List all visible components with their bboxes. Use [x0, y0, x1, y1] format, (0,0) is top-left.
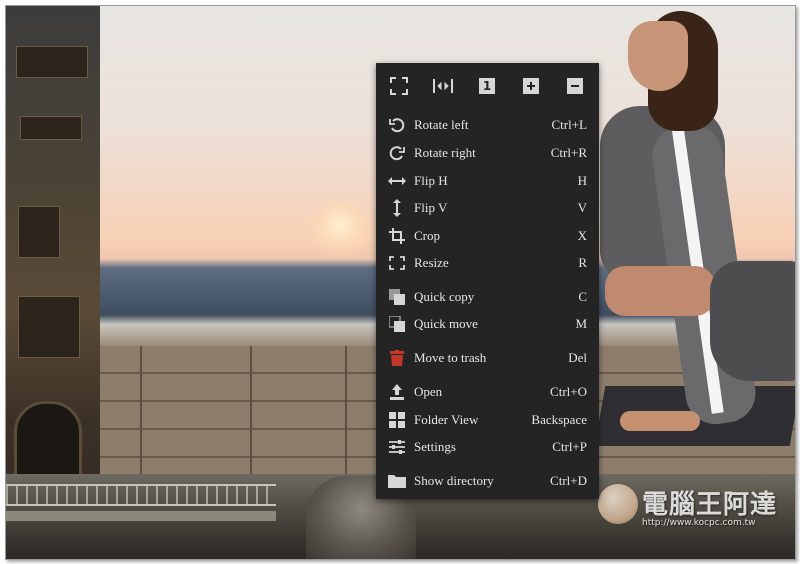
menu-item-label: Flip V	[414, 200, 448, 215]
watermark-url: http://www.kocpc.com.tw	[642, 518, 756, 528]
menu-toolbar: 1	[376, 75, 599, 97]
zoom-in-icon	[523, 78, 539, 94]
menu-item-label: Resize	[414, 255, 449, 270]
menu-item-shortcut: R	[578, 255, 587, 270]
flip-horizontal-icon	[388, 172, 406, 190]
woman-midriff	[605, 266, 715, 316]
open-icon	[388, 383, 406, 401]
menu-item-quick-copy[interactable]: Quick copy C	[376, 284, 599, 310]
menu-item-shortcut: H	[577, 173, 587, 188]
deck-seam	[345, 346, 347, 474]
menu-item-label: Show directory	[414, 473, 494, 488]
menu-item-label: Open	[414, 384, 443, 399]
menu-item-label: Quick copy	[414, 289, 475, 304]
tower-window	[20, 116, 82, 140]
menu-item-rotate-right[interactable]: Rotate right Ctrl+R	[376, 140, 599, 166]
trash-icon	[388, 349, 406, 367]
menu-item-folder-view[interactable]: Folder View Backspace	[376, 407, 599, 433]
fit-width-button[interactable]	[432, 75, 454, 97]
menu-item-shortcut: Ctrl+D	[550, 473, 587, 488]
woman-legs	[710, 261, 795, 381]
menu-item-settings[interactable]: Settings Ctrl+P	[376, 434, 599, 460]
menu-item-show-directory[interactable]: Show directory Ctrl+D	[376, 468, 599, 494]
menu-item-label: Flip H	[414, 173, 448, 188]
tower-window	[16, 46, 88, 78]
tower-window	[18, 206, 60, 258]
fullscreen-icon	[390, 77, 408, 95]
zoom-out-icon	[567, 78, 583, 94]
bridge-deck	[6, 511, 276, 521]
menu-item-shortcut: Ctrl+O	[550, 384, 587, 399]
deck-seam	[250, 346, 252, 474]
menu-item-label: Move to trash	[414, 350, 487, 365]
fullscreen-button[interactable]	[388, 75, 410, 97]
menu-item-shortcut: V	[577, 200, 587, 215]
flip-vertical-icon	[388, 199, 406, 217]
menu-item-move-to-trash[interactable]: Move to trash Del	[376, 345, 599, 371]
menu-item-shortcut: C	[578, 289, 587, 304]
rotate-right-icon	[388, 144, 406, 162]
menu-item-label: Settings	[414, 439, 456, 454]
menu-item-shortcut: Ctrl+P	[552, 439, 587, 454]
quick-copy-icon	[388, 288, 406, 306]
actual-size-button[interactable]: 1	[476, 75, 498, 97]
tower-arch	[14, 401, 82, 485]
menu-item-resize[interactable]: Resize R	[376, 250, 599, 276]
menu-item-quick-move[interactable]: Quick move M	[376, 311, 599, 337]
actual-size-icon: 1	[479, 78, 495, 94]
menu-item-crop[interactable]: Crop X	[376, 223, 599, 249]
menu-item-shortcut: M	[575, 316, 587, 331]
menu-item-open[interactable]: Open Ctrl+O	[376, 379, 599, 405]
menu-item-shortcut: Ctrl+L	[551, 117, 588, 132]
woman-face	[628, 21, 688, 91]
menu-item-shortcut: Ctrl+R	[550, 145, 587, 160]
rotate-left-icon	[388, 116, 406, 134]
menu-item-rotate-left[interactable]: Rotate left Ctrl+L	[376, 112, 599, 138]
menu-item-flip-v[interactable]: Flip V V	[376, 195, 599, 221]
zoom-out-button[interactable]	[564, 75, 586, 97]
watermark-logo	[598, 484, 638, 524]
woman-hand	[620, 411, 700, 431]
menu-item-label: Rotate right	[414, 145, 476, 160]
menu-item-label: Folder View	[414, 412, 479, 427]
zoom-in-button[interactable]	[520, 75, 542, 97]
settings-icon	[388, 438, 406, 456]
watermark-title: 電腦王阿達	[642, 490, 778, 520]
menu-item-shortcut: X	[577, 228, 587, 243]
resize-icon	[388, 254, 406, 272]
deck-seam	[140, 346, 142, 474]
menu-item-label: Rotate left	[414, 117, 469, 132]
menu-item-shortcut: Del	[568, 350, 587, 365]
context-menu: 1 Rotate left Ctrl+L Rotate right Ctrl+R	[376, 63, 599, 499]
fit-width-icon	[433, 77, 453, 95]
sunset	[300, 196, 380, 256]
menu-item-label: Crop	[414, 228, 440, 243]
menu-item-shortcut: Backspace	[531, 412, 587, 427]
bridge-railing	[6, 484, 276, 506]
crop-icon	[388, 227, 406, 245]
menu-item-label: Quick move	[414, 316, 478, 331]
tower-window	[18, 296, 80, 358]
folder-view-icon	[388, 411, 406, 429]
folder-icon	[388, 472, 406, 490]
menu-item-flip-h[interactable]: Flip H H	[376, 168, 599, 194]
quick-move-icon	[388, 315, 406, 333]
